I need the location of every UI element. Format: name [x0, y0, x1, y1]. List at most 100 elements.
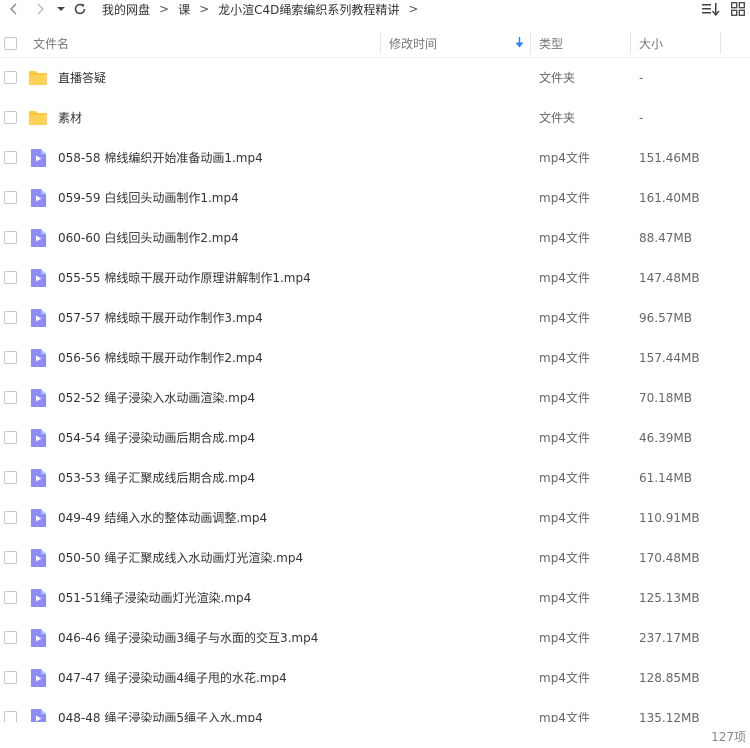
file-name[interactable]: 057-57 棉线晾干展开动作制作3.mp4 [58, 298, 263, 338]
file-name[interactable]: 060-60 白线回头动画制作2.mp4 [58, 218, 239, 258]
file-row[interactable]: 047-47 绳子浸染动画4绳子甩的水花.mp4 mp4文件 128.85MB [0, 658, 750, 698]
row-checkbox[interactable] [4, 151, 17, 164]
row-checkbox[interactable] [4, 191, 17, 204]
history-dropdown-icon[interactable] [54, 0, 68, 18]
file-type: mp4文件 [539, 671, 590, 685]
row-checkbox[interactable] [4, 71, 17, 84]
file-row[interactable]: 057-57 棉线晾干展开动作制作3.mp4 mp4文件 96.57MB [0, 298, 750, 338]
file-name[interactable]: 直播答疑 [58, 58, 106, 98]
file-name[interactable]: 047-47 绳子浸染动画4绳子甩的水花.mp4 [58, 658, 287, 698]
file-row[interactable]: 054-54 绳子浸染动画后期合成.mp4 mp4文件 46.39MB [0, 418, 750, 458]
breadcrumb-separator: > [159, 2, 170, 16]
row-checkbox[interactable] [4, 231, 17, 244]
row-checkbox[interactable] [4, 511, 17, 524]
file-row[interactable]: 060-60 白线回头动画制作2.mp4 mp4文件 88.47MB [0, 218, 750, 258]
video-file-icon [28, 628, 48, 648]
file-size: 125.13MB [639, 591, 700, 605]
column-modified[interactable]: 修改时间 [389, 28, 530, 58]
row-checkbox[interactable] [4, 551, 17, 564]
file-name[interactable]: 058-58 棉线编织开始准备动画1.mp4 [58, 138, 263, 178]
video-file-icon [28, 428, 48, 448]
file-name[interactable]: 053-53 绳子汇聚成线后期合成.mp4 [58, 458, 255, 498]
file-type: mp4文件 [539, 191, 590, 205]
video-file-icon [28, 268, 48, 288]
file-row[interactable]: 046-46 绳子浸染动画3绳子与水面的交互3.mp4 mp4文件 237.17MB [0, 618, 750, 658]
file-row[interactable]: 049-49 结绳入水的整体动画调整.mp4 mp4文件 110.91MB [0, 498, 750, 538]
file-size: 70.18MB [639, 391, 692, 405]
file-size: 151.46MB [639, 151, 700, 165]
file-size: - [639, 71, 644, 85]
grid-view-icon[interactable] [726, 0, 750, 18]
file-name[interactable]: 059-59 白线回头动画制作1.mp4 [58, 178, 239, 218]
file-name[interactable]: 050-50 绳子汇聚成线入水动画灯光渲染.mp4 [58, 538, 303, 578]
column-name[interactable]: 文件名 [33, 28, 69, 58]
video-file-icon [28, 548, 48, 568]
file-size: 61.14MB [639, 471, 692, 485]
column-size[interactable]: 大小 [639, 28, 663, 58]
file-size: 128.85MB [639, 671, 700, 685]
forward-icon[interactable] [30, 0, 50, 18]
file-row[interactable]: 直播答疑 文件夹 - [0, 58, 750, 98]
file-type: mp4文件 [539, 151, 590, 165]
column-divider[interactable] [630, 32, 631, 54]
file-row[interactable]: 素材 文件夹 - [0, 98, 750, 138]
sort-order-icon[interactable] [700, 0, 722, 18]
file-name[interactable]: 素材 [58, 98, 82, 138]
row-checkbox[interactable] [4, 391, 17, 404]
row-checkbox[interactable] [4, 311, 17, 324]
row-checkbox[interactable] [4, 631, 17, 644]
folder-icon [28, 108, 48, 128]
file-size: 110.91MB [639, 511, 700, 525]
file-name[interactable]: 051-51绳子浸染动画灯光渲染.mp4 [58, 578, 251, 618]
file-type: 文件夹 [539, 71, 576, 85]
file-row[interactable]: 051-51绳子浸染动画灯光渲染.mp4 mp4文件 125.13MB [0, 578, 750, 618]
breadcrumb-separator: > [408, 2, 419, 16]
toolbar: 我的网盘 > 课 > 龙小渲C4D绳索编织系列教程精讲 > [0, 0, 750, 18]
row-checkbox[interactable] [4, 111, 17, 124]
file-name[interactable]: 052-52 绳子浸染入水动画渲染.mp4 [58, 378, 255, 418]
select-all-checkbox[interactable] [4, 28, 17, 58]
file-name[interactable]: 049-49 结绳入水的整体动画调整.mp4 [58, 498, 267, 538]
refresh-icon[interactable] [70, 0, 90, 18]
video-file-icon [28, 588, 48, 608]
file-type: mp4文件 [539, 311, 590, 325]
file-size: 88.47MB [639, 231, 692, 245]
video-file-icon [28, 468, 48, 488]
file-row[interactable]: 055-55 棉线晾干展开动作原理讲解制作1.mp4 mp4文件 147.48MB [0, 258, 750, 298]
file-row[interactable]: 059-59 白线回头动画制作1.mp4 mp4文件 161.40MB [0, 178, 750, 218]
back-icon[interactable] [4, 0, 24, 18]
file-name[interactable]: 055-55 棉线晾干展开动作原理讲解制作1.mp4 [58, 258, 311, 298]
file-type: mp4文件 [539, 231, 590, 245]
file-row[interactable]: 050-50 绳子汇聚成线入水动画灯光渲染.mp4 mp4文件 170.48MB [0, 538, 750, 578]
status-bar: 127项 [0, 722, 750, 748]
breadcrumb-item-root[interactable]: 我的网盘 [102, 1, 150, 18]
column-divider[interactable] [380, 32, 381, 54]
row-checkbox[interactable] [4, 671, 17, 684]
file-type: mp4文件 [539, 471, 590, 485]
file-row[interactable]: 058-58 棉线编织开始准备动画1.mp4 mp4文件 151.46MB [0, 138, 750, 178]
file-row[interactable]: 056-56 棉线晾干展开动作制作2.mp4 mp4文件 157.44MB [0, 338, 750, 378]
file-name[interactable]: 056-56 棉线晾干展开动作制作2.mp4 [58, 338, 263, 378]
row-checkbox[interactable] [4, 471, 17, 484]
video-file-icon [28, 668, 48, 688]
file-row[interactable]: 053-53 绳子汇聚成线后期合成.mp4 mp4文件 61.14MB [0, 458, 750, 498]
file-name[interactable]: 054-54 绳子浸染动画后期合成.mp4 [58, 418, 255, 458]
row-checkbox[interactable] [4, 591, 17, 604]
file-name[interactable]: 046-46 绳子浸染动画3绳子与水面的交互3.mp4 [58, 618, 318, 658]
video-file-icon [28, 228, 48, 248]
file-row[interactable]: 052-52 绳子浸染入水动画渲染.mp4 mp4文件 70.18MB [0, 378, 750, 418]
row-checkbox[interactable] [4, 271, 17, 284]
breadcrumb-item-course[interactable]: 课 [178, 1, 190, 18]
file-type: mp4文件 [539, 351, 590, 365]
file-size: 147.48MB [639, 271, 700, 285]
row-checkbox[interactable] [4, 351, 17, 364]
breadcrumb-item-current[interactable]: 龙小渲C4D绳索编织系列教程精讲 [218, 1, 399, 18]
column-type[interactable]: 类型 [539, 28, 563, 58]
video-file-icon [28, 148, 48, 168]
video-file-icon [28, 508, 48, 528]
breadcrumb: 我的网盘 > 课 > 龙小渲C4D绳索编织系列教程精讲 > [102, 1, 427, 18]
row-checkbox[interactable] [4, 431, 17, 444]
file-type: mp4文件 [539, 271, 590, 285]
column-divider[interactable] [530, 32, 531, 54]
column-divider[interactable] [720, 32, 721, 54]
